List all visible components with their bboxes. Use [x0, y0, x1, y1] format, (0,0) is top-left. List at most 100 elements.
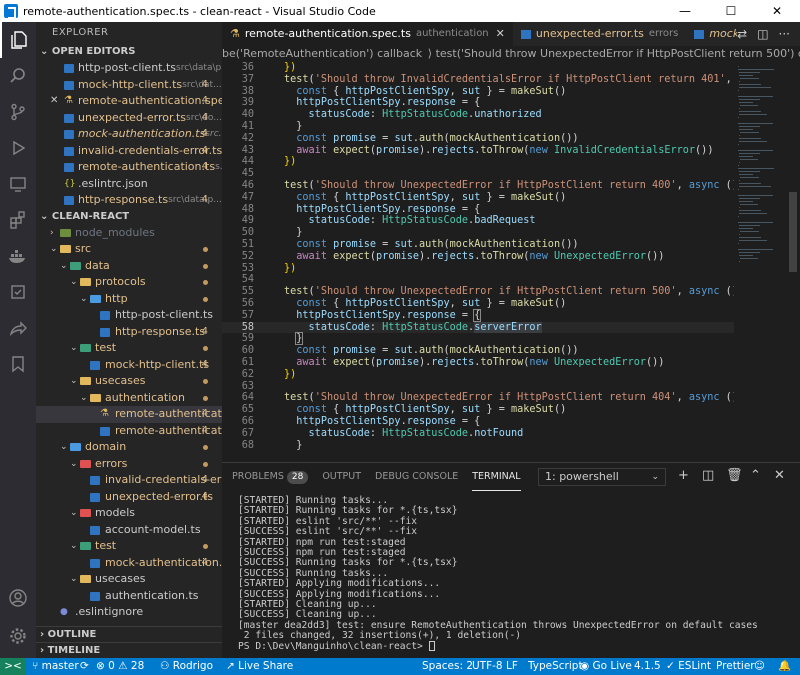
file-item[interactable]: ⚗remote-authenticatio...4 [36, 406, 222, 423]
folder-item[interactable]: ⌄ test [36, 538, 222, 555]
outline-section[interactable]: › OUTLINE [36, 626, 222, 643]
folder-item[interactable]: ⌄ http [36, 291, 222, 308]
live-share-status[interactable]: ↗ Live Share [226, 658, 293, 675]
terminal-prompt[interactable]: PS D:\Dev\Manguinho\clean-react> [238, 641, 798, 652]
remote-indicator[interactable]: >< [0, 658, 26, 675]
code-line[interactable]: 60 const promise = sut.auth(mockAuthenti… [222, 345, 734, 357]
search-icon[interactable] [0, 58, 36, 94]
folder-item[interactable]: ⌄ data [36, 258, 222, 275]
scrollbar-thumb[interactable] [789, 192, 797, 272]
panel-tab[interactable]: OUTPUT [322, 463, 361, 491]
folder-item[interactable]: ⌄ models [36, 505, 222, 522]
code-line[interactable]: 66 httpPostClientSpy.response = { [222, 416, 734, 428]
file-item[interactable]: authentication.ts [36, 588, 222, 605]
open-editor-item[interactable]: http-response.ts src\data\p... 4 [36, 192, 222, 209]
code-line[interactable]: 44}) [222, 156, 734, 168]
code-line[interactable]: 62}) [222, 369, 734, 381]
open-editor-item[interactable]: ✕ ⚗ remote-authentication.spec...4 [36, 93, 222, 110]
sync-icon[interactable]: ⟳ [80, 658, 89, 675]
prettier-status[interactable]: Prettier [716, 658, 755, 675]
code-line[interactable]: 57 httpPostClientSpy.response = { [222, 308, 734, 322]
panel-tab[interactable]: DEBUG CONSOLE [375, 463, 458, 491]
source-control-icon[interactable] [0, 94, 36, 130]
close-icon[interactable]: ✕ [50, 93, 58, 110]
more-actions-icon[interactable]: ··· [779, 27, 790, 41]
branch-status[interactable]: ⑂ master [32, 658, 79, 675]
notifications-bell-icon[interactable]: 🔔 [778, 658, 791, 675]
panel-tab[interactable]: PROBLEMS 28 [232, 463, 309, 491]
editor-tab[interactable]: ⚗ remote-authentication.spec.ts authentica… [222, 22, 513, 46]
open-changes-icon[interactable]: ⇄ [737, 27, 747, 41]
open-editor-item[interactable]: mock-http-client.ts src\dat... 4 [36, 77, 222, 94]
file-item[interactable]: invalid-credentials-err...4 [36, 472, 222, 489]
file-item[interactable]: http-response.ts 4 [36, 324, 222, 341]
code-line[interactable]: 42 const promise = sut.auth(mockAuthenti… [222, 133, 734, 145]
folder-item[interactable]: ⌄ test [36, 340, 222, 357]
code-line[interactable]: 47 const { httpPostClientSpy, sut } = ma… [222, 192, 734, 204]
code-line[interactable]: 68 } [222, 440, 734, 452]
folder-item[interactable]: ⌄ usecases [36, 373, 222, 390]
split-editor-icon[interactable]: ◫ [757, 27, 768, 41]
file-item[interactable]: remote-authenticatio...4 [36, 423, 222, 440]
code-line[interactable]: 45 [222, 168, 734, 180]
close-window-button[interactable]: ✕ [754, 0, 800, 22]
feedback-icon[interactable]: ☺ [754, 658, 765, 675]
typescript-version[interactable]: 4.1.5 [634, 658, 661, 675]
indentation-status[interactable]: Spaces: 2 [422, 658, 473, 675]
code-line[interactable]: 46 test('Should throw UnexpectedError if … [222, 180, 734, 192]
file-item[interactable]: unexpected-error.ts 4 [36, 489, 222, 506]
terminal-select[interactable]: 1: powershell ⌄ [538, 468, 666, 486]
open-editor-item[interactable]: remote-authentication.ts s...4 [36, 159, 222, 176]
open-editor-item[interactable]: unexpected-error.ts src\do... 4 [36, 110, 222, 127]
code-line[interactable]: 49 statusCode: HttpStatusCode.badRequest [222, 215, 734, 227]
testing-icon[interactable] [0, 274, 36, 310]
breadcrumb[interactable]: be('RemoteAuthentication') callback ⟩ te… [222, 46, 800, 62]
code-line[interactable]: 54 [222, 274, 734, 286]
code-line[interactable]: 43 await expect(promise).rejects.toThrow… [222, 145, 734, 157]
folder-item[interactable]: › node_modules [36, 225, 222, 242]
panel-tab[interactable]: TERMINAL [472, 463, 521, 491]
code-line[interactable]: 61 await expect(promise).rejects.toThrow… [222, 357, 734, 369]
file-item[interactable]: ● .eslintignore [36, 604, 222, 621]
go-live-status[interactable]: ◉ Go Live [580, 658, 632, 675]
code-line[interactable]: 41 } [222, 121, 734, 133]
eslint-status[interactable]: ✓ ESLint [666, 658, 711, 675]
folder-item[interactable]: ⌄ errors [36, 456, 222, 473]
new-terminal-icon[interactable]: + [678, 468, 689, 483]
kill-terminal-icon[interactable]: 🗑 [726, 468, 743, 483]
encoding-status[interactable]: UTF-8 [472, 658, 503, 675]
editor-scrollbar[interactable] [786, 62, 800, 462]
open-editor-item[interactable]: mock-authentication.ts src...4 [36, 126, 222, 143]
language-status[interactable]: TypeScript [528, 658, 583, 675]
code-line[interactable]: 48 httpPostClientSpy.response = { [222, 204, 734, 216]
problems-status[interactable]: ⊗ 0 ⚠ 28 [96, 658, 144, 675]
code-line[interactable]: 64 test('Should throw UnexpectedError if … [222, 392, 734, 404]
code-line[interactable]: 37 test('Should throw InvalidCredentialsE… [222, 74, 734, 86]
minimize-button[interactable]: — [662, 0, 708, 22]
split-terminal-icon[interactable]: ◫ [702, 468, 714, 483]
folder-item[interactable]: ⌄ usecases [36, 571, 222, 588]
code-line[interactable]: 52 await expect(promise).rejects.toThrow… [222, 251, 734, 263]
remote-explorer-icon[interactable] [0, 166, 36, 202]
code-line[interactable]: 55 test('Should throw UnexpectedError if … [222, 286, 734, 298]
code-line[interactable]: 51 const promise = sut.auth(mockAuthenti… [222, 239, 734, 251]
code-line[interactable]: 65 const { httpPostClientSpy, sut } = ma… [222, 404, 734, 416]
open-editor-item[interactable]: {} .eslintrc.json [36, 176, 222, 193]
maximize-panel-icon[interactable]: ⌃ [750, 468, 761, 483]
account-icon[interactable] [0, 580, 36, 616]
settings-gear-icon[interactable] [0, 618, 36, 654]
terminal-output[interactable]: [STARTED] Running tasks... [STARTED] Runn… [238, 495, 798, 652]
live-share-icon[interactable] [0, 310, 36, 346]
code-line[interactable]: 56 const { httpPostClientSpy, sut } = ma… [222, 298, 734, 310]
folder-item[interactable]: ⌄ domain [36, 439, 222, 456]
code-line[interactable]: 50 } [222, 227, 734, 239]
editor-tab[interactable]: unexpected-error.ts errors [513, 22, 686, 46]
file-item[interactable]: mock-authentication.ts 4 [36, 555, 222, 572]
file-item[interactable]: mock-http-client.ts 4 [36, 357, 222, 374]
code-line[interactable]: 59 } [222, 332, 734, 346]
bookmark-icon[interactable] [0, 346, 36, 382]
timeline-section[interactable]: › TIMELINE [36, 642, 222, 658]
code-line[interactable]: 38 const { httpPostClientSpy, sut } = ma… [222, 86, 734, 98]
project-header[interactable]: ⌄ CLEAN-REACT [36, 209, 222, 225]
maximize-button[interactable]: ☐ [708, 0, 754, 22]
